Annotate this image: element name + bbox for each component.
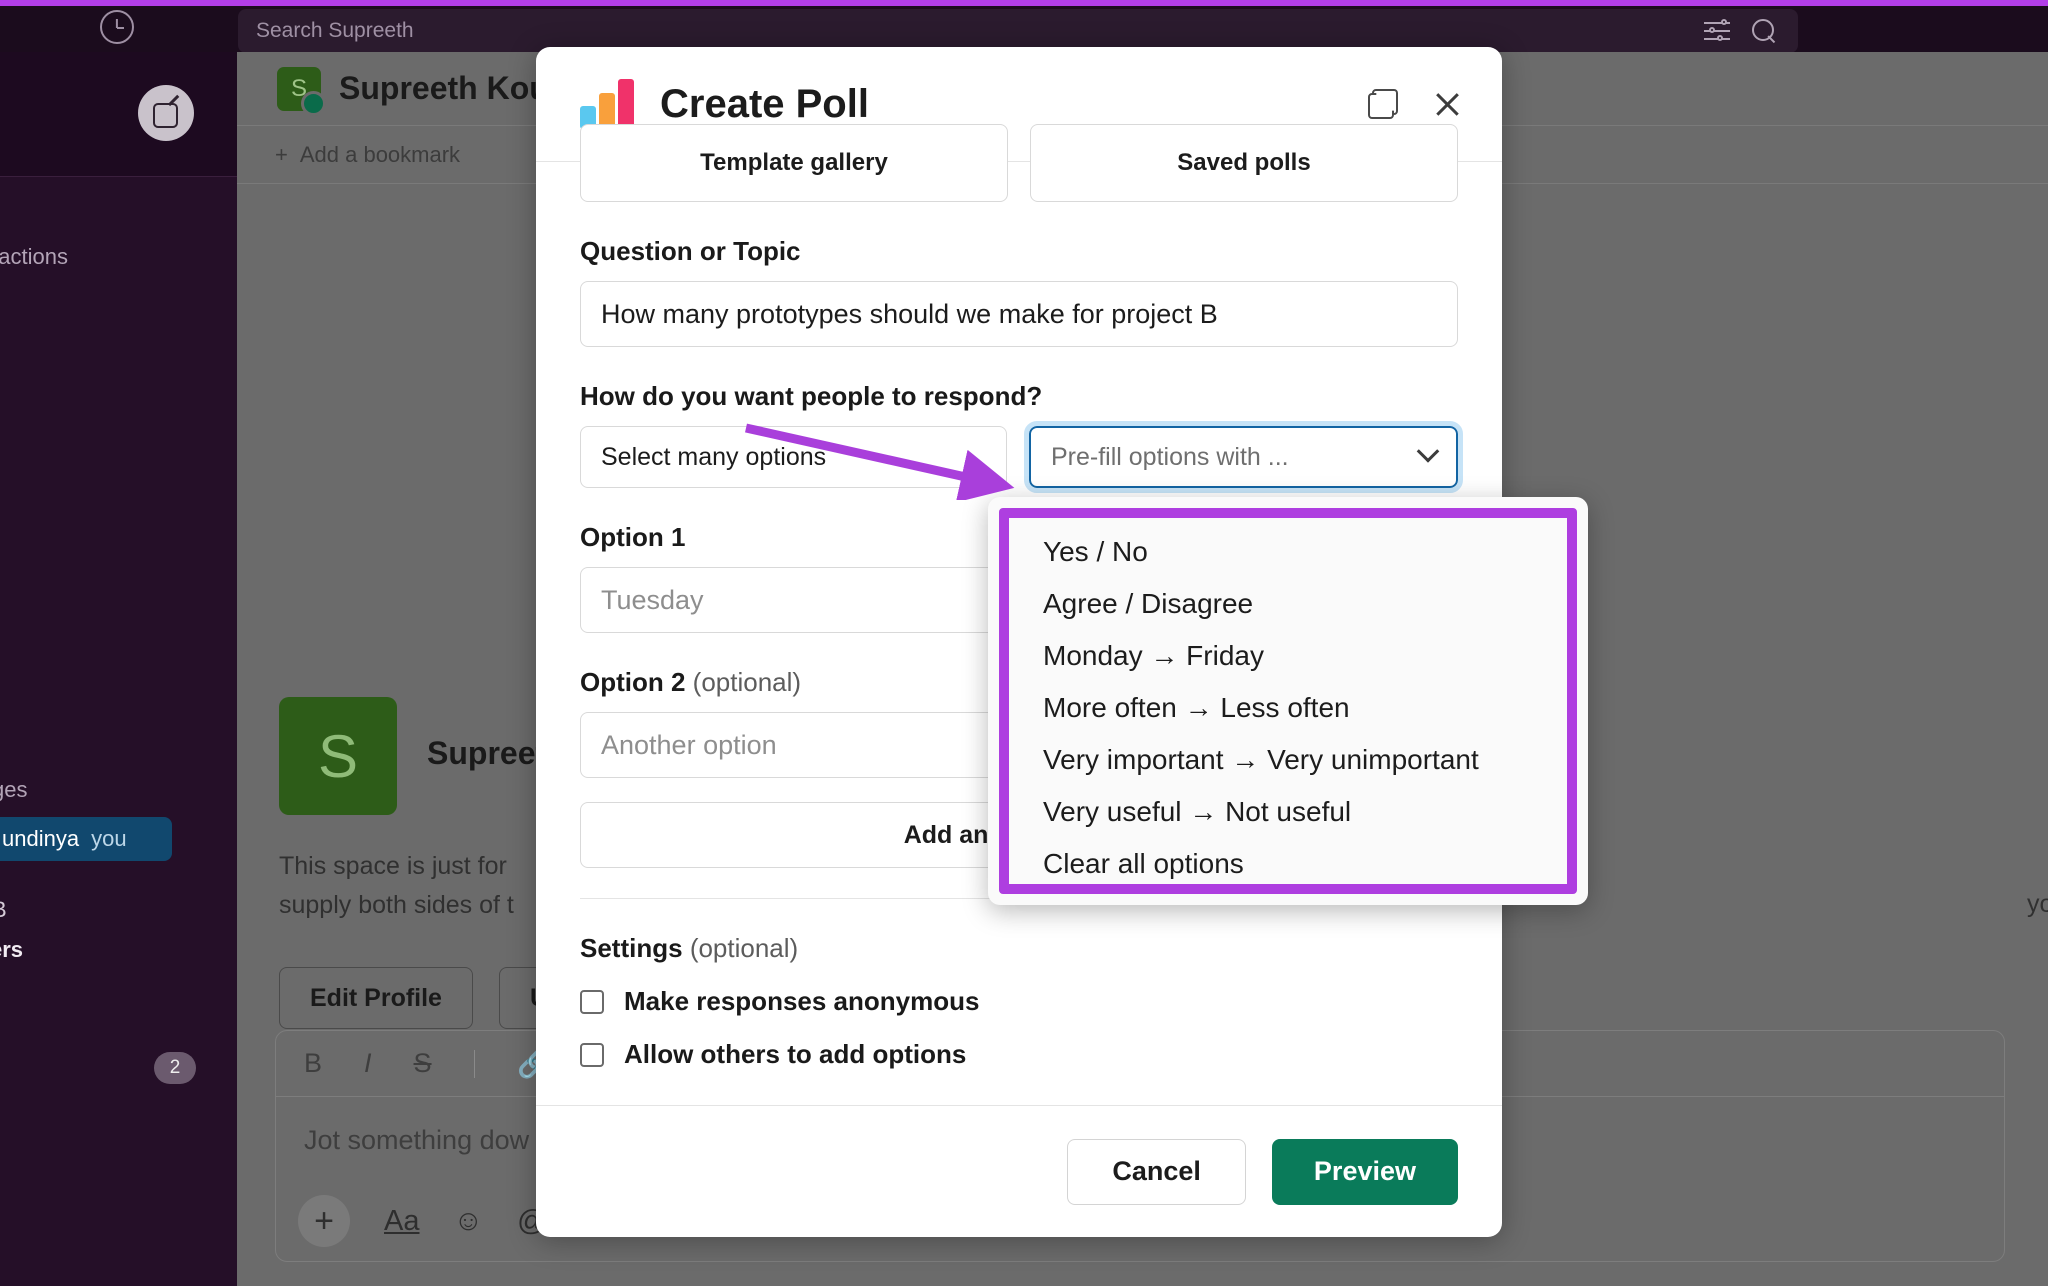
edit-profile-button[interactable]: Edit Profile xyxy=(279,967,473,1029)
response-type-select[interactable]: Select many options xyxy=(580,426,1007,488)
respond-controls-row: Select many options Pre-fill options wit… xyxy=(580,421,1463,493)
toolbar-divider xyxy=(473,1049,476,1078)
modal-header-actions xyxy=(1368,89,1462,119)
saved-polls-button[interactable]: Saved polls xyxy=(1030,124,1458,202)
duplicate-icon[interactable] xyxy=(1368,89,1398,119)
question-label: Question or Topic xyxy=(580,236,801,266)
search-bar-icons xyxy=(1704,18,1776,43)
sidebar-rail xyxy=(0,52,237,177)
dropdown-item-monday-friday[interactable]: Monday → Friday xyxy=(1009,630,1567,682)
header-avatar: S xyxy=(277,66,326,116)
profile-block: S Supreeth K This space is just for supp… xyxy=(279,697,598,1029)
sidebar-unread-badge: 2 xyxy=(154,1052,196,1084)
preview-button[interactable]: Preview xyxy=(1271,1138,1458,1205)
anonymous-checkbox-row[interactable]: Make responses anonymous xyxy=(580,986,1458,1017)
compose-message-button[interactable] xyxy=(138,85,194,141)
template-gallery-button[interactable]: Template gallery xyxy=(580,124,1008,202)
italic-icon[interactable]: I xyxy=(364,1048,372,1079)
slack-sidebar: eactions ges undinya you B ers 2 xyxy=(0,52,237,1286)
dropdown-item-very-useful[interactable]: Very useful → Not useful xyxy=(1009,786,1567,838)
topbar-left-group xyxy=(100,10,134,44)
allow-add-options-checkbox-label: Allow others to add options xyxy=(624,1039,967,1069)
poll-bar-chart-icon xyxy=(580,79,634,129)
prefill-select-value: Pre-fill options with ... xyxy=(1051,442,1289,471)
add-bookmark-label: Add a bookmark xyxy=(299,141,461,167)
attach-plus-icon[interactable]: + xyxy=(298,1195,350,1247)
history-clock-icon[interactable] xyxy=(100,10,134,44)
settings-optional-text: (optional) xyxy=(689,933,799,963)
dropdown-item-more-less-often[interactable]: More often → Less often xyxy=(1009,682,1567,734)
prefill-options-select[interactable]: Pre-fill options with ... xyxy=(1024,421,1463,493)
prefill-options-dropdown: Yes / No Agree / Disagree Monday → Frida… xyxy=(988,497,1588,905)
sidebar-item-reactions[interactable]: eactions xyxy=(0,244,68,270)
anonymous-checkbox[interactable] xyxy=(580,989,604,1014)
search-icon[interactable] xyxy=(1752,19,1776,43)
sidebar-item-ers[interactable]: ers xyxy=(0,937,23,963)
dropdown-item-clear-all[interactable]: Clear all options xyxy=(1009,838,1567,890)
profile-description-tail: yourself here, but please bear in mind xyxy=(2027,890,2048,918)
slack-top-bar: Search Supreeth xyxy=(0,0,2048,53)
bold-icon[interactable]: B xyxy=(304,1048,322,1079)
settings-label-text: Settings xyxy=(580,933,683,963)
sidebar-item-dm-selected[interactable]: undinya you xyxy=(0,817,172,861)
sidebar-dm-name: undinya xyxy=(2,826,80,851)
filter-sliders-icon[interactable] xyxy=(1704,18,1730,43)
dropdown-item-yes-no[interactable]: Yes / No xyxy=(1009,526,1567,578)
anonymous-checkbox-label: Make responses anonymous xyxy=(624,986,980,1016)
emoji-icon[interactable]: ☺ xyxy=(453,1205,483,1238)
screen: Search Supreeth eactions ges undinya you xyxy=(0,0,2048,1286)
respond-label: How do you want people to respond? xyxy=(580,381,1043,411)
close-icon[interactable] xyxy=(1432,89,1462,119)
settings-label: Settings (optional) xyxy=(580,933,1458,964)
option2-label-text: Option 2 xyxy=(580,667,686,697)
response-type-value: Select many options xyxy=(601,442,827,471)
option2-optional-text: (optional) xyxy=(692,667,802,697)
sidebar-item-messages[interactable]: ges xyxy=(0,777,27,803)
modal-title: Create Poll xyxy=(660,81,869,126)
chevron-down-icon xyxy=(1416,440,1440,463)
strikethrough-icon[interactable]: S xyxy=(414,1048,432,1079)
modal-footer: Cancel Preview xyxy=(536,1105,1502,1237)
dropdown-highlight-box: Yes / No Agree / Disagree Monday → Frida… xyxy=(999,508,1577,894)
dropdown-item-very-important[interactable]: Very important → Very unimportant xyxy=(1009,734,1567,786)
profile-avatar: S xyxy=(279,697,397,815)
gallery-buttons-row: Template gallery Saved polls xyxy=(580,124,1458,202)
dropdown-item-agree-disagree[interactable]: Agree / Disagree xyxy=(1009,578,1567,630)
question-input[interactable] xyxy=(580,281,1458,347)
format-text-icon[interactable]: Aa xyxy=(384,1205,419,1238)
search-placeholder-text: Search Supreeth xyxy=(256,19,414,42)
bookmark-plus-icon: + xyxy=(275,141,288,167)
sidebar-item-b[interactable]: B xyxy=(0,897,7,923)
allow-add-options-checkbox-row[interactable]: Allow others to add options xyxy=(580,1039,1458,1070)
compose-pencil-icon xyxy=(153,100,179,128)
cancel-button[interactable]: Cancel xyxy=(1067,1138,1246,1205)
allow-add-options-checkbox[interactable] xyxy=(580,1042,604,1067)
channel-title: Supreeth Kou xyxy=(339,70,549,106)
sidebar-dm-you: you xyxy=(91,826,127,851)
composer-actions: + Aa ☺ @ xyxy=(298,1195,547,1247)
